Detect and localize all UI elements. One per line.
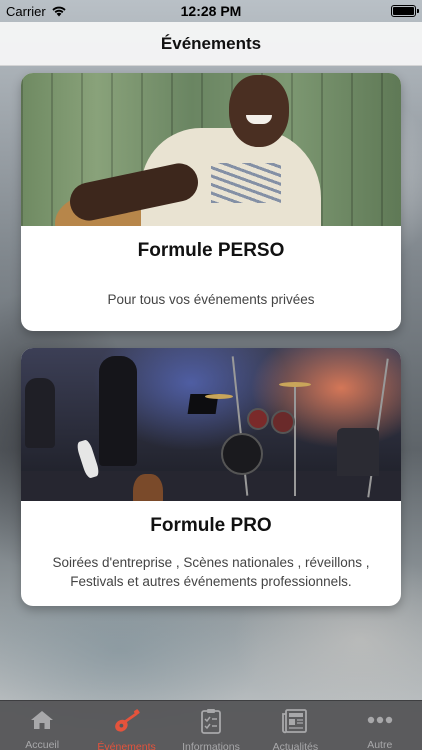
tab-bar: Accueil Événements Informations Actualit… (0, 700, 422, 750)
tab-accueil[interactable]: Accueil (0, 701, 84, 750)
status-left: Carrier (6, 4, 67, 19)
card-description: Soirées d'entreprise , Scènes nationales… (52, 555, 370, 589)
card-title: Formule PERSO (137, 240, 285, 261)
page-title: Événements (160, 33, 262, 53)
newspaper-icon (281, 708, 309, 734)
card-body: Formule PRO Soirées d'entreprise , Scène… (21, 501, 401, 591)
home-icon (28, 708, 56, 732)
guitarist-photo (21, 73, 401, 226)
status-bar: Carrier 12:28 PM (0, 0, 422, 22)
carrier-label: Carrier (6, 3, 46, 19)
stage-drums-photo (21, 348, 401, 501)
more-icon (366, 708, 394, 732)
tab-actualites[interactable]: Actualités (253, 701, 337, 750)
card-description: Pour tous vos événements privées (107, 292, 315, 307)
tab-informations[interactable]: Informations (169, 701, 253, 750)
battery-icon (391, 5, 419, 17)
tab-label: Autre (367, 739, 393, 750)
tab-autre[interactable]: Autre (338, 701, 422, 750)
card-title: Formule PRO (150, 515, 272, 536)
wifi-icon (52, 6, 66, 17)
tab-label: Événements (97, 741, 156, 750)
tab-evenements[interactable]: Événements (85, 701, 169, 750)
card-formule-pro[interactable]: Formule PRO Soirées d'entreprise , Scène… (21, 348, 401, 606)
tab-label: Actualités (272, 741, 319, 750)
tab-label: Informations (182, 741, 240, 750)
card-body: Formule PERSO Pour tous vos événements p… (21, 226, 401, 309)
checklist-icon (197, 708, 225, 734)
tab-label: Accueil (25, 739, 60, 750)
card-formule-perso[interactable]: Formule PERSO Pour tous vos événements p… (21, 73, 401, 331)
battery-level (393, 7, 414, 15)
guitar-icon (113, 708, 141, 734)
navigation-bar: Événements (0, 22, 422, 66)
